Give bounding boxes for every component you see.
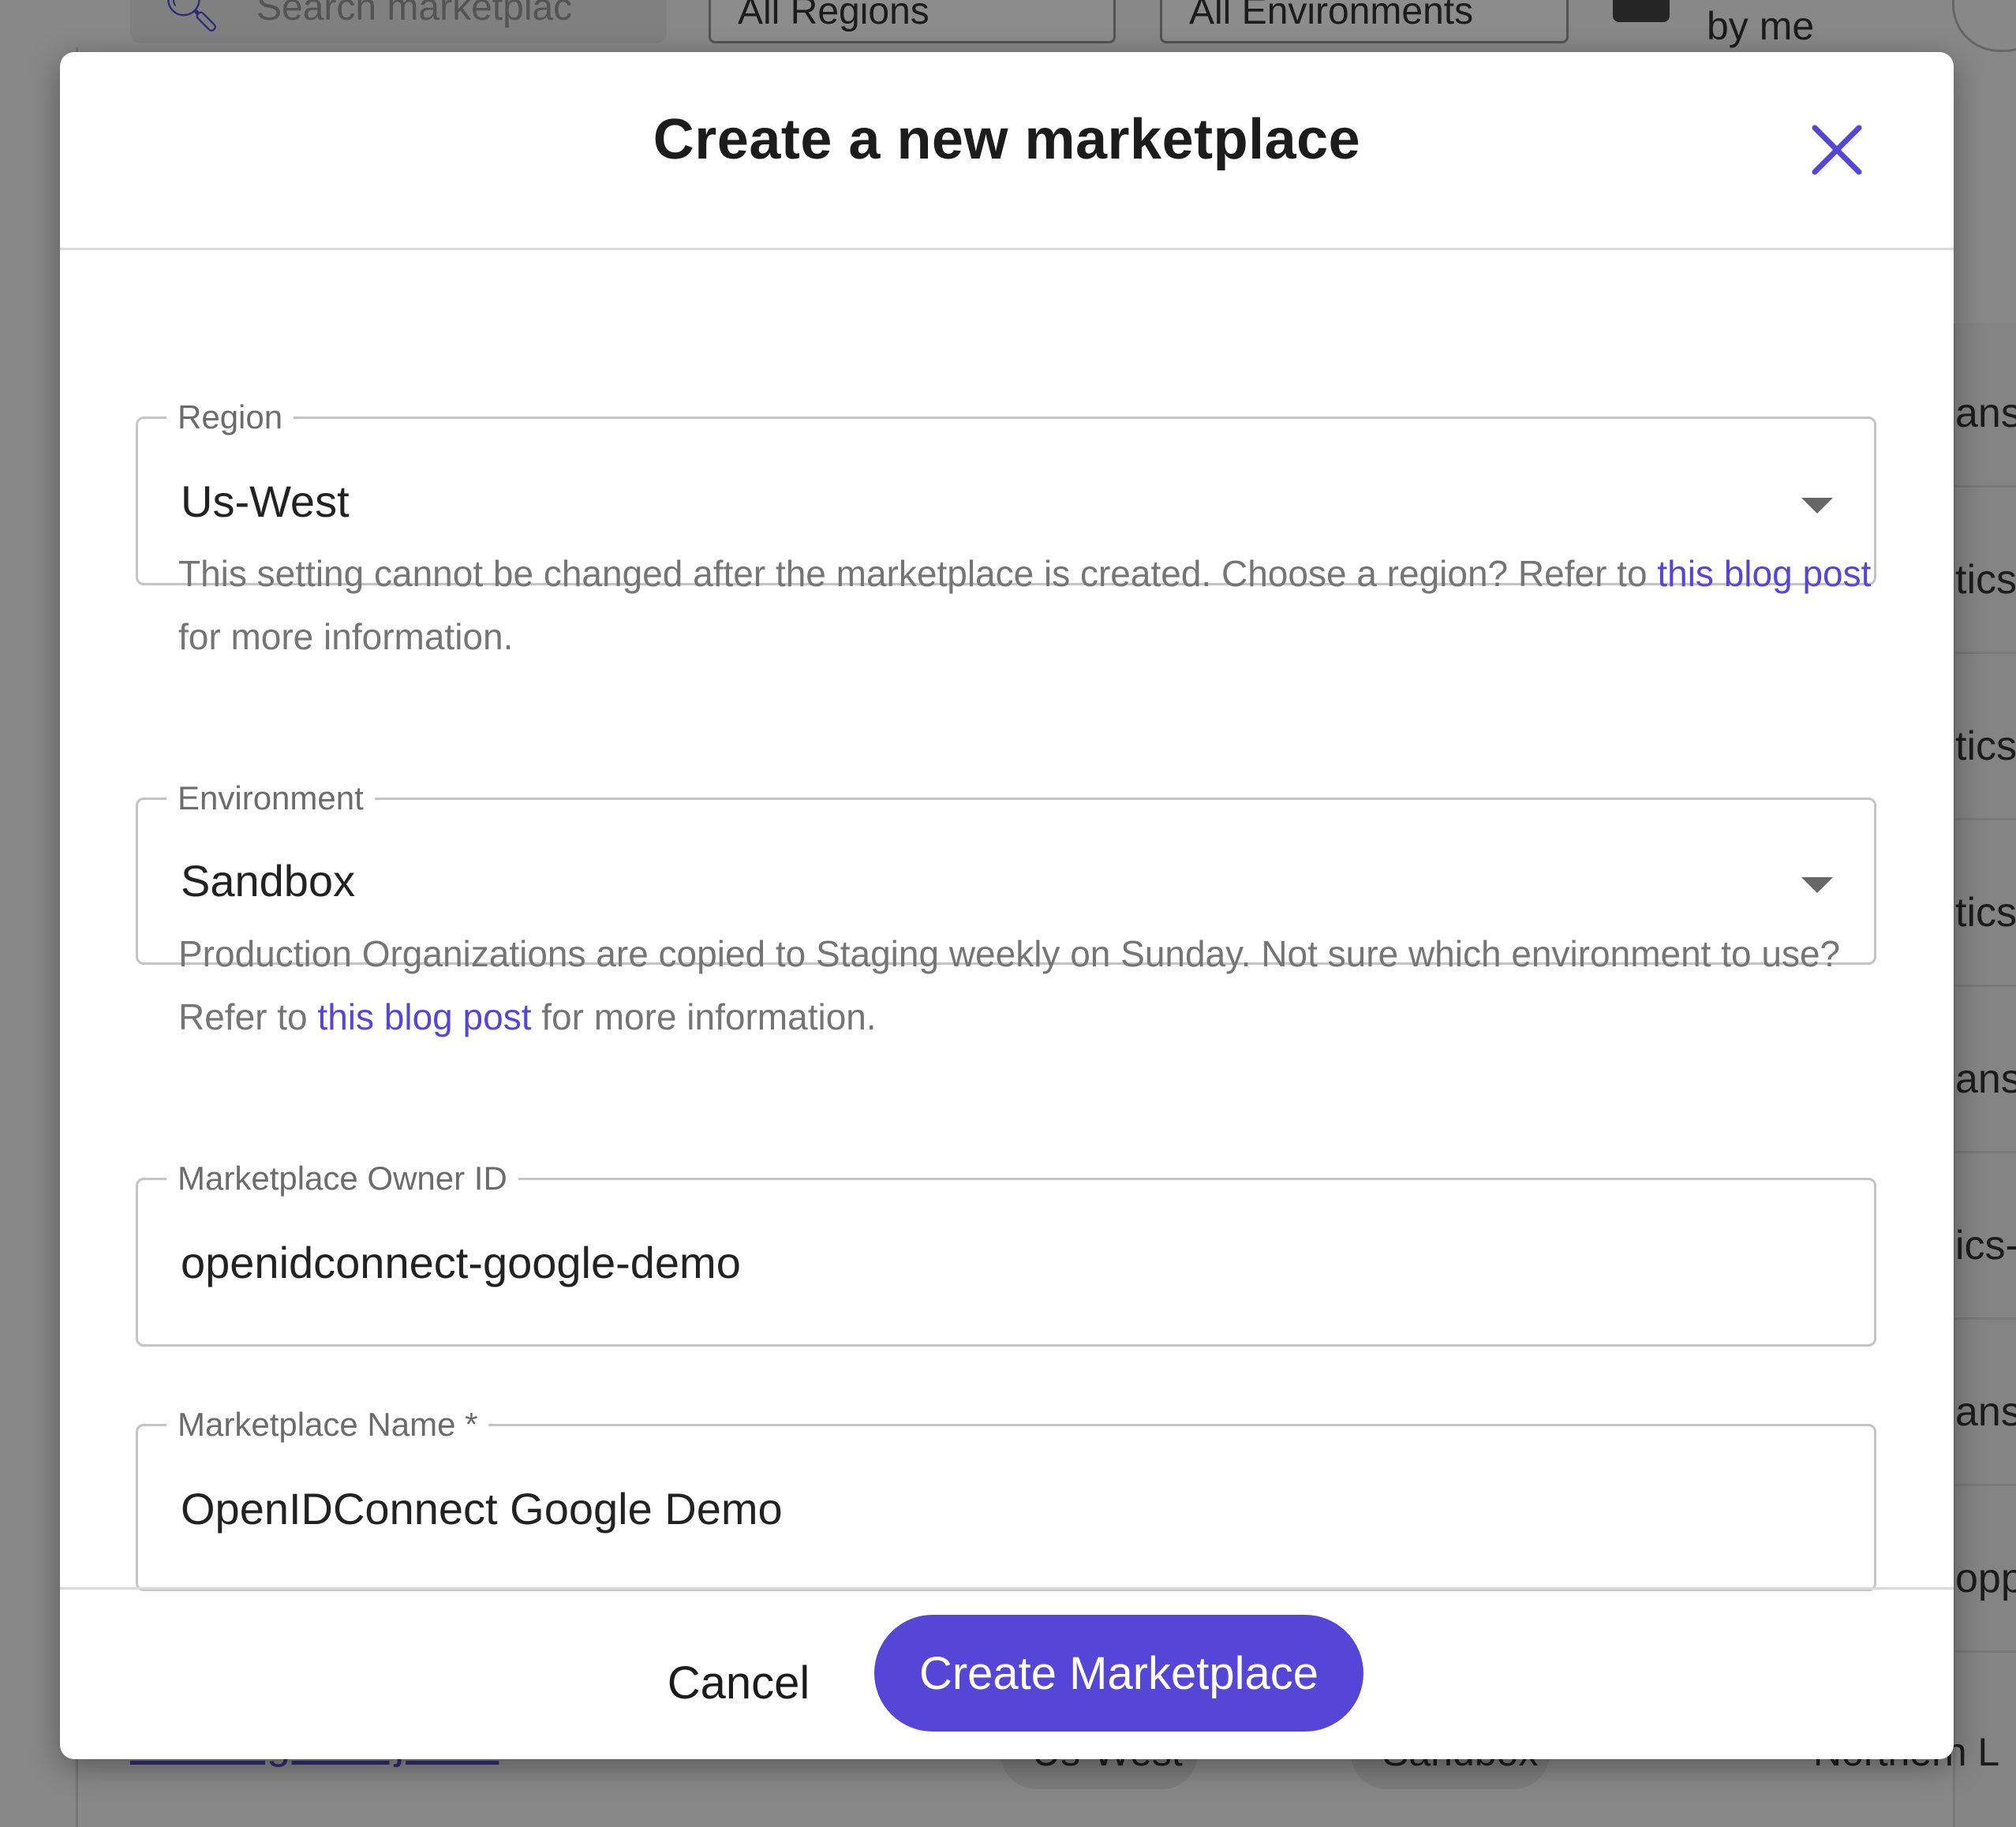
create-marketplace-button[interactable]: Create Marketplace <box>874 1615 1363 1732</box>
environment-helper-suffix: for more information. <box>531 996 877 1037</box>
owner-id-field[interactable]: Marketplace Owner ID openidconnect-googl… <box>136 1158 1876 1347</box>
create-marketplace-dialog: Create a new marketplace Region Us-West … <box>60 52 1954 1759</box>
region-blog-link[interactable]: this blog post <box>1657 553 1871 594</box>
marketplace-name-value[interactable]: OpenIDConnect Google Demo <box>181 1483 783 1534</box>
chevron-down-icon[interactable] <box>1801 877 1833 893</box>
cancel-button[interactable]: Cancel <box>660 1643 817 1722</box>
marketplace-name-field[interactable]: Marketplace Name * OpenIDConnect Google … <box>136 1404 1876 1591</box>
dialog-footer: Cancel Create Marketplace <box>60 1587 1954 1762</box>
region-helper-text: This setting cannot be changed after the… <box>178 542 1883 668</box>
dialog-header: Create a new marketplace <box>60 52 1954 250</box>
region-helper-suffix: for more information. <box>178 616 514 657</box>
region-value: Us-West <box>181 476 350 526</box>
region-helper-body: This setting cannot be changed after the… <box>178 553 1658 594</box>
dialog-title: Create a new marketplace <box>653 108 1361 171</box>
close-icon[interactable] <box>1805 118 1868 181</box>
environment-label: Environment <box>166 778 375 819</box>
environment-blog-link[interactable]: this blog post <box>317 996 531 1037</box>
chevron-down-icon[interactable] <box>1801 498 1833 514</box>
marketplace-name-label: Marketplace Name * <box>166 1404 489 1445</box>
region-label: Region <box>166 397 294 438</box>
owner-id-value[interactable]: openidconnect-google-demo <box>181 1237 741 1288</box>
environment-value: Sandbox <box>181 856 356 906</box>
environment-helper-text: Production Organizations are copied to S… <box>178 922 1883 1048</box>
owner-id-label: Marketplace Owner ID <box>166 1158 518 1199</box>
